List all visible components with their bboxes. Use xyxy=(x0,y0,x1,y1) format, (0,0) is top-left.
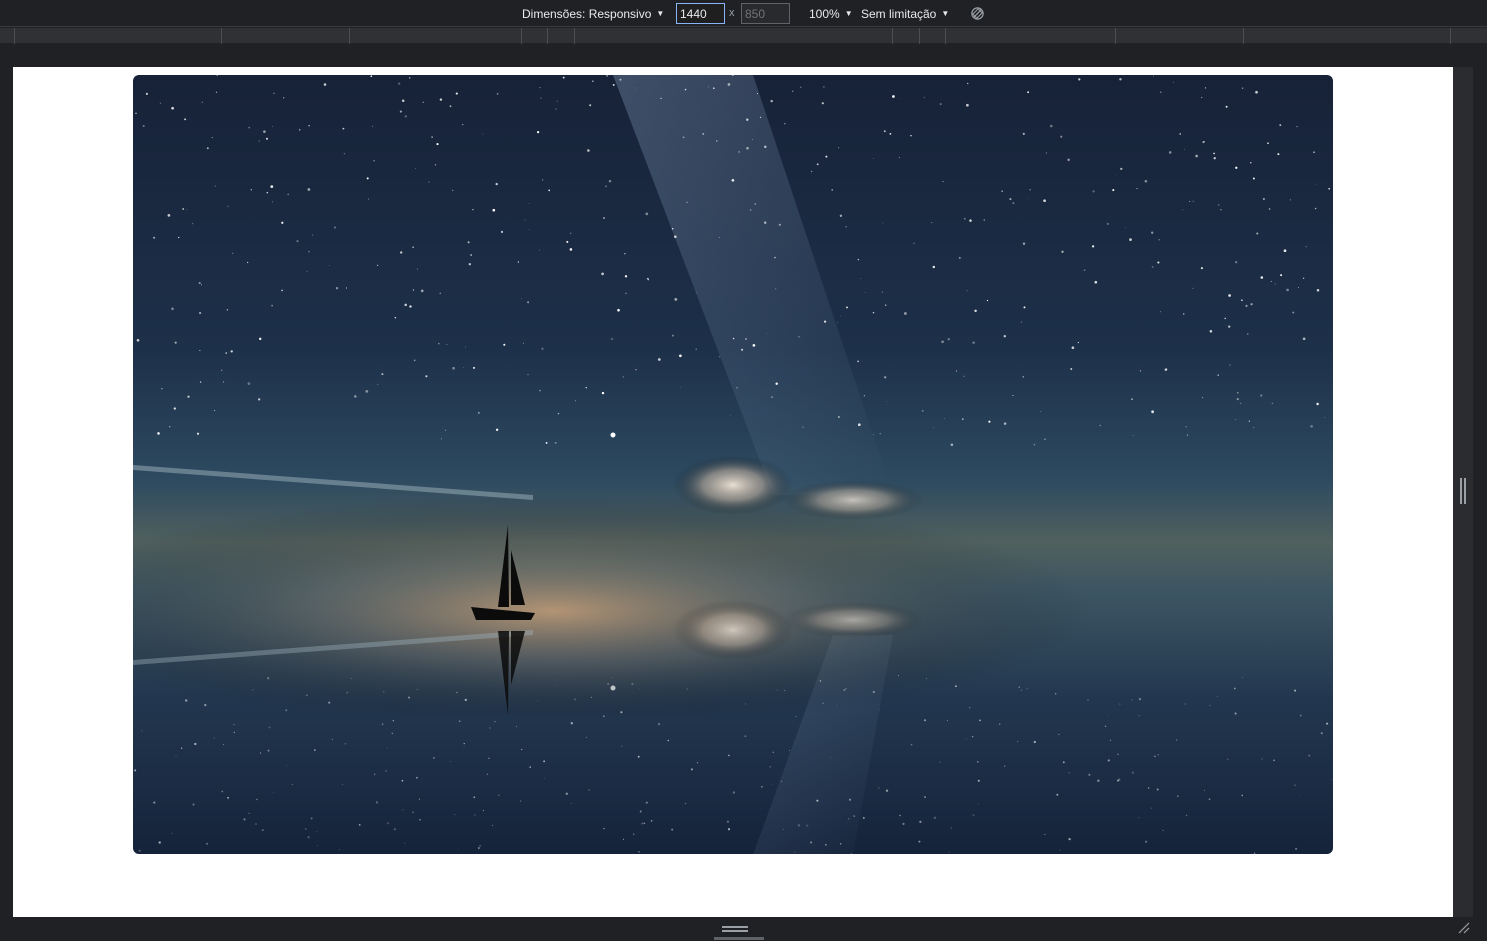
media-query-segment[interactable] xyxy=(1450,28,1451,44)
media-query-segment[interactable] xyxy=(1115,28,1116,44)
height-input-placeholder: 850 xyxy=(745,6,766,21)
height-input[interactable]: 850 xyxy=(741,3,790,24)
night-sky-sailboat-photo xyxy=(133,75,1333,854)
media-query-segment[interactable] xyxy=(349,28,350,44)
corner-resize-handle[interactable] xyxy=(1455,919,1471,935)
throttle-dropdown[interactable]: Sem limitação ▼ xyxy=(861,0,949,27)
media-query-segment[interactable] xyxy=(945,28,946,44)
media-query-bar[interactable] xyxy=(0,28,1487,44)
dimension-separator: x xyxy=(729,7,735,19)
media-query-segment[interactable] xyxy=(1243,28,1244,44)
zoom-label: 100% xyxy=(809,6,840,21)
media-query-segment[interactable] xyxy=(547,28,548,44)
media-query-segment[interactable] xyxy=(221,28,222,44)
resize-corner-icon xyxy=(1458,922,1470,934)
media-query-segment[interactable] xyxy=(14,28,15,44)
emulated-page xyxy=(13,67,1453,917)
caret-down-icon: ▼ xyxy=(656,9,665,18)
media-query-segment[interactable] xyxy=(521,28,522,44)
width-resize-handle[interactable] xyxy=(1459,478,1467,508)
rotate-icon xyxy=(971,7,984,20)
throttle-label: Sem limitação xyxy=(861,6,937,21)
caret-down-icon: ▼ xyxy=(844,9,853,18)
media-query-segment[interactable] xyxy=(574,28,575,44)
hero-image xyxy=(133,75,1333,854)
dimensions-dropdown[interactable]: Dimensões: Responsivo ▼ xyxy=(522,0,664,27)
rotate-button[interactable] xyxy=(970,0,985,27)
width-input-value: 1440 xyxy=(680,6,707,21)
height-resize-handle[interactable] xyxy=(714,920,764,940)
media-query-segment[interactable] xyxy=(892,28,893,44)
caret-down-icon: ▼ xyxy=(941,9,950,18)
device-toolbar: Dimensões: Responsivo ▼ 1440 x 850 100% … xyxy=(0,0,1487,27)
media-query-segment[interactable] xyxy=(919,28,920,44)
zoom-dropdown[interactable]: 100% ▼ xyxy=(809,0,853,27)
dimensions-label: Dimensões: Responsivo xyxy=(522,6,652,21)
width-input[interactable]: 1440 xyxy=(676,3,725,24)
